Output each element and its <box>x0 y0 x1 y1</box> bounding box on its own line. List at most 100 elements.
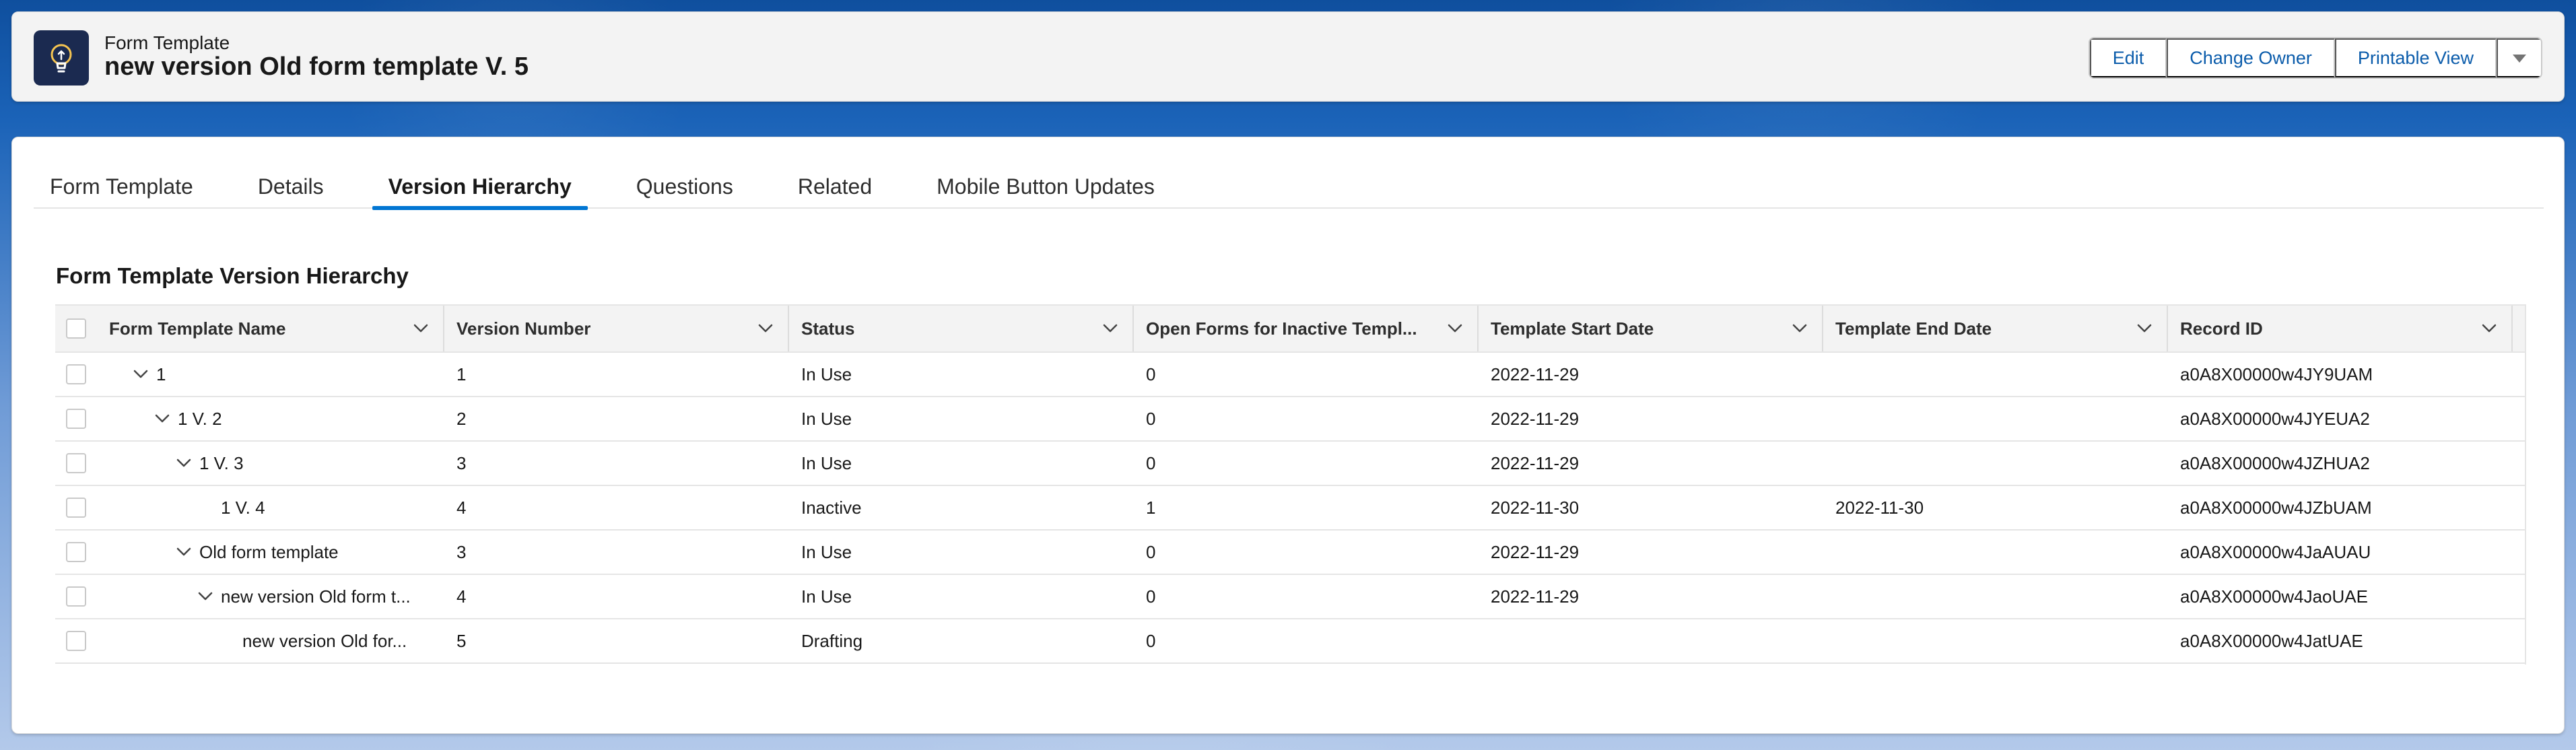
cell-start-date: 2022-11-29 <box>1479 353 1823 396</box>
cell-name: new version Old form t... <box>97 575 444 618</box>
tab-details[interactable]: Details <box>242 164 340 209</box>
section-title: Form Template Version Hierarchy <box>56 263 409 288</box>
row-checkbox[interactable] <box>66 453 86 473</box>
cell-record-id: a0A8X00000w4JZHUA2 <box>2168 442 2513 485</box>
table-header: Form Template Name Version Number Status… <box>55 304 2525 353</box>
chevron-down-icon[interactable] <box>2134 318 2155 339</box>
cell-name: 1 <box>97 353 444 396</box>
chevron-down-icon[interactable] <box>2479 318 2499 339</box>
column-header-record-id[interactable]: Record ID <box>2168 306 2513 351</box>
change-owner-button[interactable]: Change Owner <box>2167 38 2335 77</box>
cell-name: 1 V. 2 <box>97 397 444 440</box>
hierarchy-table: Form Template Name Version Number Status… <box>55 304 2526 664</box>
edit-button[interactable]: Edit <box>2089 38 2167 77</box>
cell-open-forms: 0 <box>1134 575 1479 618</box>
cell-end-date <box>1823 531 2168 574</box>
chevron-down-icon[interactable] <box>131 364 151 384</box>
cell-record-id-value: a0A8X00000w4JYEUA2 <box>2180 408 2370 429</box>
table-row[interactable]: 1 V. 4 4 Inactive 1 2022-11-30 2022-11-30 a0A8… <box>55 486 2525 531</box>
row-select-cell <box>55 619 97 662</box>
column-header-name[interactable]: Form Template Name <box>97 306 444 351</box>
cell-record-id-value: a0A8X00000w4JaoUAE <box>2180 586 2368 607</box>
record-header: Form Template new version Old form templ… <box>11 11 2565 102</box>
cell-version-value: 4 <box>456 586 467 607</box>
cell-open-forms: 0 <box>1134 619 1479 662</box>
column-header-label: Template Start Date <box>1491 318 1654 339</box>
chevron-down-icon[interactable] <box>1445 318 1465 339</box>
column-header-start-date[interactable]: Template Start Date <box>1479 306 1823 351</box>
cell-record-id: a0A8X00000w4JatUAE <box>2168 619 2513 662</box>
row-checkbox[interactable] <box>66 364 86 384</box>
chevron-down-icon[interactable] <box>1790 318 1810 339</box>
cell-end-date <box>1823 442 2168 485</box>
cell-record-id: a0A8X00000w4JY9UAM <box>2168 353 2513 396</box>
column-header-label: Version Number <box>456 318 591 339</box>
tab-mobile-button-updates[interactable]: Mobile Button Updates <box>920 164 1171 209</box>
cell-start-date-value: 2022-11-29 <box>1491 452 1580 473</box>
table-row[interactable]: new version Old form t... 4 In Use 0 2022-11… <box>55 575 2525 619</box>
record-title: new version Old form template V. 5 <box>104 53 529 81</box>
cell-status-value: In Use <box>801 452 852 473</box>
cell-start-date-value: 2022-11-30 <box>1491 497 1580 518</box>
tab-related[interactable]: Related <box>782 164 888 209</box>
column-header-end-date[interactable]: Template End Date <box>1823 306 2168 351</box>
row-checkbox[interactable] <box>66 631 86 651</box>
cell-open-forms: 0 <box>1134 442 1479 485</box>
more-actions-button[interactable] <box>2497 38 2541 77</box>
table-row[interactable]: 1 V. 3 3 In Use 0 2022-11-29 a0A8X00000w4JZHU… <box>55 442 2525 486</box>
cell-open-forms-value: 0 <box>1146 364 1156 384</box>
cell-version-value: 1 <box>456 364 467 384</box>
cell-status: In Use <box>789 575 1134 618</box>
tab-version-hierarchy[interactable]: Version Hierarchy <box>372 164 588 210</box>
table-row[interactable]: 1 V. 2 2 In Use 0 2022-11-29 a0A8X00000w4JYEU… <box>55 397 2525 442</box>
row-checkbox[interactable] <box>66 542 86 562</box>
select-all-cell <box>55 306 97 351</box>
chevron-down-icon[interactable] <box>411 318 431 339</box>
cell-status-value: In Use <box>801 586 852 607</box>
column-header-open-forms[interactable]: Open Forms for Inactive Templ... <box>1134 306 1479 351</box>
chevron-down-icon[interactable] <box>755 318 776 339</box>
cell-version: 4 <box>444 486 789 529</box>
template-name: 1 V. 4 <box>221 497 265 518</box>
cell-version: 4 <box>444 575 789 618</box>
table-row[interactable]: 1 1 In Use 0 2022-11-29 a0A8X00000w4JY9UAM <box>55 353 2525 397</box>
cell-record-id-value: a0A8X00000w4JY9UAM <box>2180 364 2373 384</box>
chevron-down-icon[interactable] <box>152 409 172 429</box>
column-header-version[interactable]: Version Number <box>444 306 789 351</box>
cell-status: In Use <box>789 442 1134 485</box>
cell-name: 1 V. 4 <box>97 486 444 529</box>
table-row[interactable]: new version Old for... 5 Drafting 0 a0A8X000… <box>55 619 2525 664</box>
tab-bar: Form Template Details Version Hierarchy … <box>34 164 2544 210</box>
row-checkbox[interactable] <box>66 409 86 429</box>
printable-view-button[interactable]: Printable View <box>2334 38 2497 77</box>
column-header-status[interactable]: Status <box>789 306 1134 351</box>
column-header-label: Status <box>801 318 855 339</box>
cell-open-forms-value: 1 <box>1146 497 1156 518</box>
row-select-cell <box>55 531 97 574</box>
lightbulb-icon <box>34 30 89 86</box>
chevron-down-icon[interactable] <box>174 453 194 473</box>
chevron-down-icon[interactable] <box>174 542 194 562</box>
cell-end-date-value: 2022-11-30 <box>1835 497 1924 518</box>
cell-status: In Use <box>789 353 1134 396</box>
cell-status-value: In Use <box>801 364 852 384</box>
cell-start-date: 2022-11-29 <box>1479 442 1823 485</box>
table-row[interactable]: Old form template 3 In Use 0 2022-11-29 a0A8X… <box>55 531 2525 575</box>
cell-version-value: 5 <box>456 630 467 651</box>
cell-record-id: a0A8X00000w4JaoUAE <box>2168 575 2513 618</box>
template-name: 1 V. 2 <box>178 408 222 429</box>
cell-end-date: 2022-11-30 <box>1823 486 2168 529</box>
cell-open-forms: 1 <box>1134 486 1479 529</box>
row-checkbox[interactable] <box>66 498 86 518</box>
tab-form-template[interactable]: Form Template <box>34 164 209 209</box>
cell-open-forms-value: 0 <box>1146 630 1156 651</box>
cell-start-date: 2022-11-30 <box>1479 486 1823 529</box>
select-all-checkbox[interactable] <box>66 318 86 339</box>
template-name: new version Old for... <box>242 630 407 651</box>
row-select-cell <box>55 486 97 529</box>
chevron-down-icon[interactable] <box>195 586 215 607</box>
chevron-down-icon[interactable] <box>1100 318 1120 339</box>
tab-questions[interactable]: Questions <box>620 164 749 209</box>
row-checkbox[interactable] <box>66 586 86 607</box>
cell-record-id-value: a0A8X00000w4JZHUA2 <box>2180 452 2370 473</box>
